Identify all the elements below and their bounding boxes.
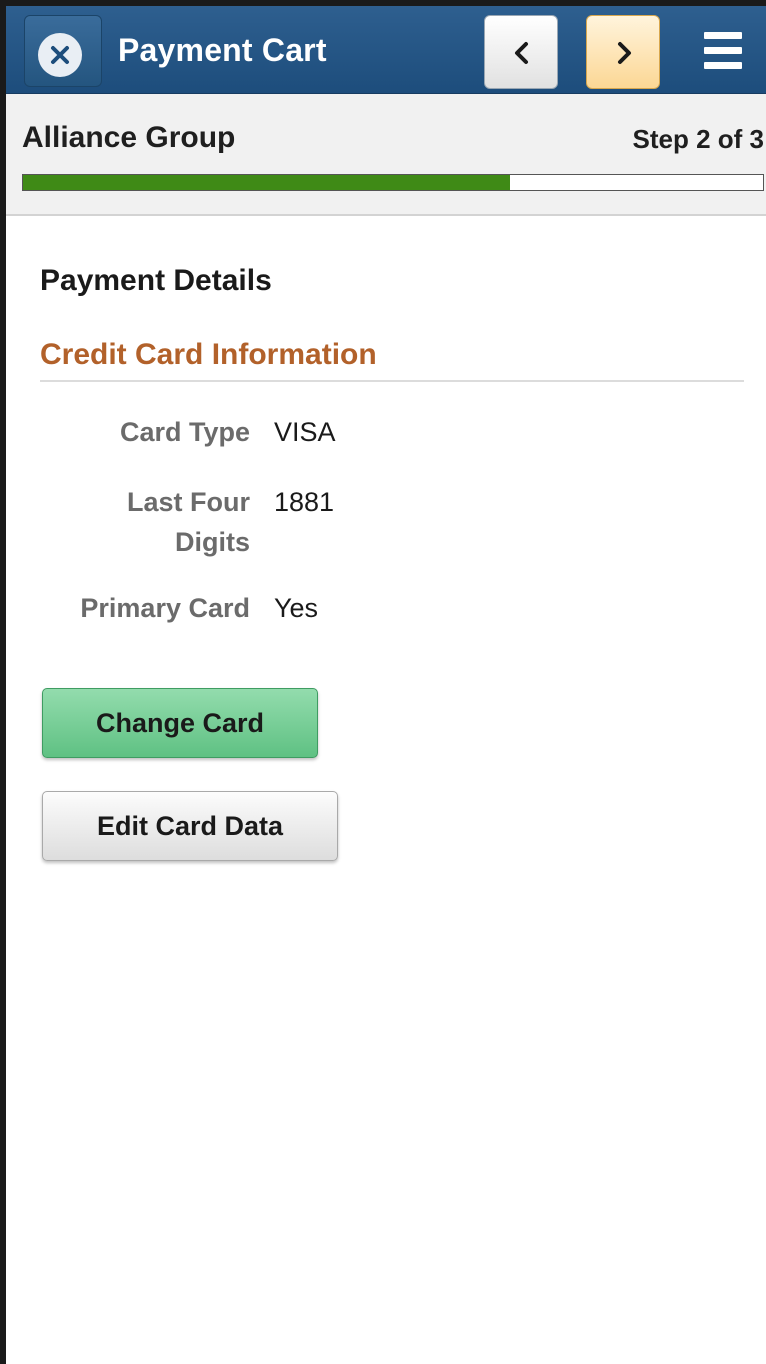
section-title: Payment Details (40, 264, 272, 297)
card-type-value: VISA (274, 417, 336, 447)
last-four-digits-label: Last Four Digits (126, 487, 250, 557)
menu-line (704, 47, 742, 54)
group-title: Credit Card Information (40, 338, 377, 371)
progress-bar-fill (23, 175, 510, 190)
chevron-left-icon (515, 42, 528, 64)
primary-card-value: Yes (274, 593, 319, 623)
previous-button[interactable] (484, 15, 558, 89)
close-button[interactable] (24, 15, 102, 87)
progress-bar (22, 174, 764, 191)
close-icon[interactable] (38, 33, 82, 77)
card-type-label: Card Type (119, 417, 250, 447)
progress-header: Alliance Group Step 2 of 3 (6, 94, 766, 216)
last-four-digits-value: 1881 (274, 487, 335, 517)
hamburger-menu-icon[interactable] (700, 22, 748, 80)
next-button[interactable] (586, 15, 660, 89)
primary-card-label: Primary Card (80, 593, 250, 623)
header-bar: Payment Cart (6, 6, 766, 94)
page-title: Payment Cart (118, 32, 327, 68)
chevron-right-icon (618, 42, 631, 64)
step-indicator: Step 2 of 3 (632, 124, 764, 154)
app-frame: Payment Cart Alliance Group Step 2 of 3 … (0, 0, 766, 1364)
divider (40, 380, 744, 382)
group-name: Alliance Group (22, 121, 236, 154)
edit-card-data-button[interactable]: Edit Card Data (42, 791, 338, 861)
change-card-button[interactable]: Change Card (42, 688, 318, 758)
menu-line (704, 62, 742, 69)
menu-line (704, 32, 742, 39)
